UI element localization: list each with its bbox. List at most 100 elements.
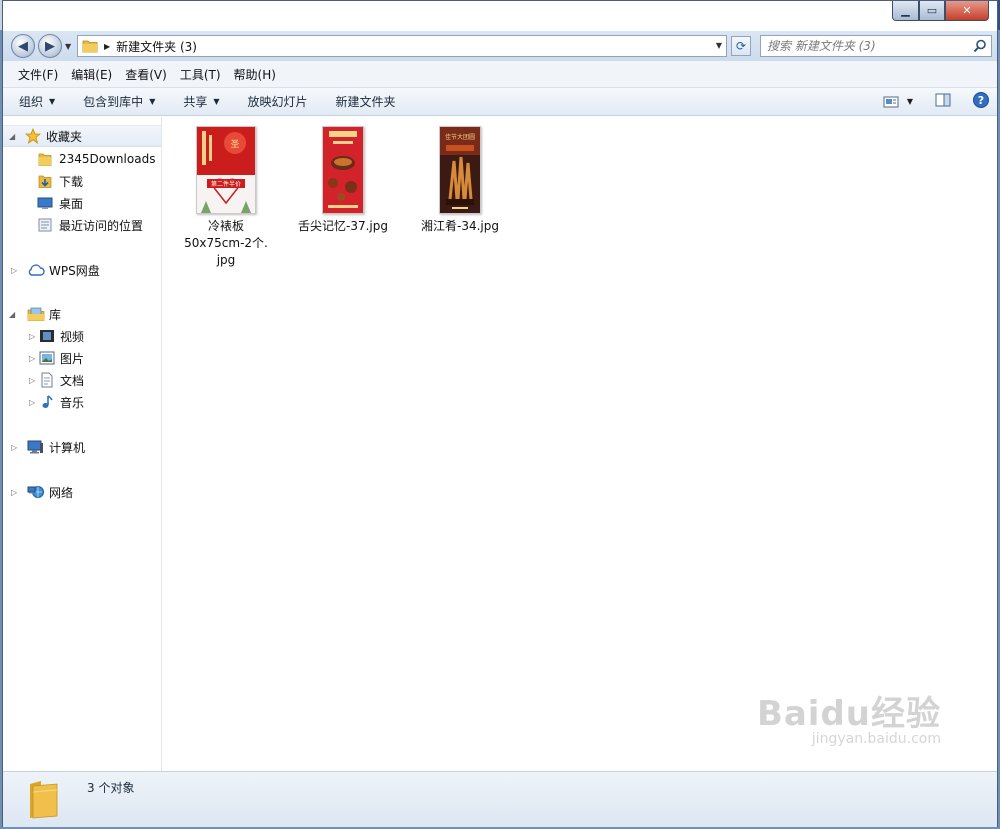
organize-button[interactable]: 组织 ▼	[19, 93, 55, 110]
address-row: ◀ ▶ ▼ ▶ 新建文件夹 (3) ▼ ⟳	[3, 31, 997, 61]
view-icon	[883, 96, 899, 107]
network-icon	[27, 486, 44, 498]
desktop-icon	[37, 197, 53, 209]
sidebar-item-videos[interactable]: ▷ 视频	[3, 325, 161, 347]
chevron-down-icon: ▼	[213, 97, 220, 106]
slideshow-label: 放映幻灯片	[247, 95, 308, 109]
svg-text:?: ?	[978, 94, 984, 107]
breadcrumb-current[interactable]: 新建文件夹 (3)	[116, 38, 197, 55]
file-name-line: jpg	[216, 253, 236, 267]
sidebar-item-libraries[interactable]: ◢ 库	[3, 303, 161, 325]
menu-edit[interactable]: 编辑(E)	[65, 64, 118, 85]
search-input[interactable]	[761, 36, 966, 56]
menu-tools[interactable]: 工具(T)	[174, 64, 227, 85]
file-list: 圣 第二件半价 冷裱板 50x75cm-2个. jpg 舌尖记忆-37.jpg …	[163, 117, 997, 771]
expanded-triangle-icon[interactable]: ◢	[9, 132, 15, 141]
folder-icon	[82, 40, 98, 53]
chevron-down-icon: ▼	[149, 97, 156, 106]
folder-icon	[38, 153, 52, 166]
sidebar-item-downloads[interactable]: 下载	[3, 170, 161, 192]
sidebar-item-wps[interactable]: ▷ WPS网盘	[3, 259, 161, 281]
watermark-logo: Baidu经验	[756, 694, 941, 734]
breadcrumb-separator-icon[interactable]: ▶	[104, 42, 110, 51]
address-history-dropdown[interactable]: ▼	[716, 41, 722, 50]
download-folder-icon	[38, 175, 52, 188]
preview-pane-button[interactable]	[935, 93, 951, 110]
sidebar-item-desktop[interactable]: 桌面	[3, 192, 161, 214]
poster-image-icon: 圣 第二件半价	[197, 127, 255, 213]
change-view-button[interactable]: ▼	[883, 95, 913, 109]
thumbnail-text: 第二件半价	[211, 180, 241, 188]
thumbnail-text: 佳节大团圆	[445, 133, 475, 141]
new-folder-button[interactable]: 新建文件夹	[336, 93, 396, 110]
sidebar-item-label: 桌面	[59, 196, 84, 211]
sidebar-item-recent-places[interactable]: 最近访问的位置	[3, 214, 161, 236]
search-icon[interactable]	[973, 39, 987, 53]
recent-places-icon	[38, 218, 52, 232]
file-thumbnail	[322, 126, 364, 214]
include-in-library-label: 包含到库中	[83, 95, 144, 109]
collapsed-triangle-icon[interactable]: ▷	[29, 376, 35, 385]
sidebar-item-label: 文档	[60, 373, 85, 388]
music-icon	[42, 395, 53, 408]
slideshow-button[interactable]: 放映幻灯片	[248, 93, 308, 110]
sidebar-item-network[interactable]: ▷ 网络	[3, 481, 161, 503]
sidebar-item-computer[interactable]: ▷ 计算机	[3, 436, 161, 458]
file-thumbnail: 圣 第二件半价	[196, 126, 256, 214]
expanded-triangle-icon[interactable]: ◢	[9, 310, 15, 319]
forward-button[interactable]: ▶	[38, 34, 62, 58]
window-controls: ▁ ▭ ✕	[892, 1, 989, 21]
include-in-library-button[interactable]: 包含到库中 ▼	[83, 93, 155, 110]
menu-file[interactable]: 文件(F)	[12, 64, 64, 85]
file-thumbnail: 佳节大团圆	[439, 126, 481, 214]
details-pane: 3 个对象	[3, 771, 997, 827]
star-icon	[25, 128, 41, 144]
organize-label: 组织	[19, 95, 44, 109]
help-icon: ?	[973, 92, 989, 108]
refresh-button[interactable]: ⟳	[731, 36, 751, 56]
sidebar-item-favorites[interactable]: ◢ 收藏夹	[3, 125, 161, 147]
menu-help[interactable]: 帮助(H)	[228, 64, 282, 85]
sidebar-item-2345downloads[interactable]: 2345Downloads	[3, 148, 161, 170]
sidebar-item-music[interactable]: ▷ 音乐	[3, 391, 161, 413]
computer-label: 计算机	[49, 440, 86, 455]
close-button[interactable]: ✕	[945, 1, 989, 21]
svg-text:圣: 圣	[230, 139, 239, 150]
recent-pages-dropdown[interactable]: ▼	[65, 42, 71, 51]
sidebar-item-label: 下载	[59, 174, 84, 189]
collapsed-triangle-icon[interactable]: ▷	[29, 354, 35, 363]
file-item[interactable]: 舌尖记忆-37.jpg	[288, 126, 398, 235]
minimize-button[interactable]: ▁	[892, 1, 919, 21]
menu-bar: 文件(F) 编辑(E) 查看(V) 工具(T) 帮助(H)	[3, 61, 997, 88]
watermark: Baidu经验 jingyan.baidu.com	[757, 686, 941, 747]
back-button[interactable]: ◀	[11, 34, 35, 58]
network-label: 网络	[49, 485, 74, 500]
address-bar[interactable]: ▶ 新建文件夹 (3) ▼	[77, 35, 727, 57]
file-item[interactable]: 圣 第二件半价 冷裱板 50x75cm-2个. jpg	[171, 126, 281, 269]
collapsed-triangle-icon[interactable]: ▷	[29, 332, 35, 341]
chevron-down-icon: ▼	[906, 97, 913, 106]
poster-image-icon	[323, 127, 363, 213]
share-button[interactable]: 共享 ▼	[183, 93, 219, 110]
wps-label: WPS网盘	[49, 263, 100, 278]
refresh-icon: ⟳	[735, 39, 747, 53]
preview-pane-icon	[935, 93, 951, 107]
poster-image-icon: 佳节大团圆	[440, 127, 480, 213]
item-count: 3 个对象	[87, 781, 135, 795]
computer-icon	[27, 440, 43, 454]
collapsed-triangle-icon[interactable]: ▷	[11, 266, 17, 275]
cloud-icon	[28, 264, 45, 276]
collapsed-triangle-icon[interactable]: ▷	[29, 398, 35, 407]
help-button[interactable]: ?	[973, 92, 989, 111]
picture-icon	[39, 351, 55, 365]
collapsed-triangle-icon[interactable]: ▷	[11, 443, 17, 452]
sidebar-item-label: 图片	[60, 351, 85, 366]
collapsed-triangle-icon[interactable]: ▷	[11, 488, 17, 497]
large-folder-icon	[30, 781, 58, 819]
menu-view[interactable]: 查看(V)	[119, 64, 173, 85]
maximize-button[interactable]: ▭	[919, 1, 945, 21]
sidebar-item-pictures[interactable]: ▷ 图片	[3, 347, 161, 369]
arrow-left-icon: ◀	[18, 38, 28, 54]
sidebar-item-documents[interactable]: ▷ 文档	[3, 369, 161, 391]
file-item[interactable]: 佳节大团圆 湘江肴-34.jpg	[405, 126, 515, 235]
